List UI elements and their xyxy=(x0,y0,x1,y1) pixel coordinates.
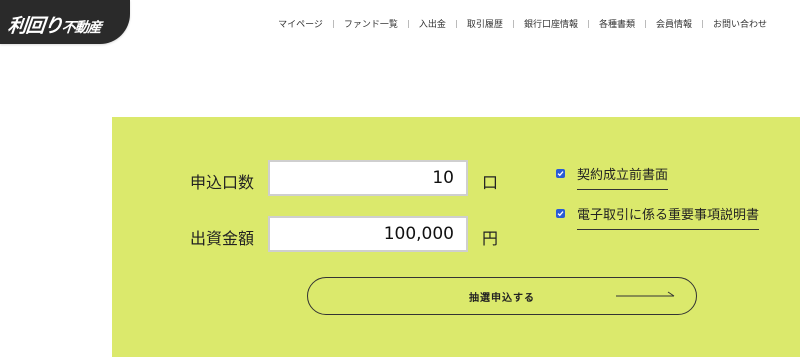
pre-contract-document-checkbox[interactable] xyxy=(556,169,565,178)
nav-item-deposit-withdrawal[interactable]: 入出金 xyxy=(419,17,446,30)
amount-label: 出資金額 xyxy=(190,229,255,248)
nav-divider xyxy=(587,19,589,28)
nav-item-contact[interactable]: お問い合わせ xyxy=(713,17,767,30)
nav-item-fund-list[interactable]: ファンド一覧 xyxy=(344,17,398,30)
pre-contract-document-link[interactable]: 契約成立前書面 xyxy=(577,164,669,190)
logo-main-text: 利回り xyxy=(6,15,64,37)
application-panel: 申込口数 口 出資金額 円 契約成立前書面 電子取引に係る重要事項説明書 抽選申… xyxy=(112,117,800,357)
electronic-transaction-explanation-link[interactable]: 電子取引に係る重要事項説明書 xyxy=(577,204,760,230)
electronic-transaction-explanation-checkbox[interactable] xyxy=(556,209,565,218)
global-nav: マイページ ファンド一覧 入出金 取引履歴 銀行口座情報 各種書類 会員情報 お… xyxy=(278,17,767,30)
units-input[interactable] xyxy=(268,160,468,196)
units-label: 申込口数 xyxy=(190,173,255,192)
logo-text: 利回り不動産 xyxy=(7,11,103,38)
nav-divider xyxy=(644,19,646,28)
nav-divider xyxy=(332,19,334,28)
arrow-right-icon xyxy=(616,291,675,297)
nav-divider xyxy=(512,19,514,28)
check-icon xyxy=(557,211,564,217)
units-suffix: 口 xyxy=(482,173,499,192)
site-logo[interactable]: 利回り不動産 xyxy=(0,0,130,44)
nav-divider xyxy=(407,19,409,28)
nav-divider xyxy=(701,19,703,28)
nav-divider xyxy=(455,19,457,28)
nav-item-transaction-history[interactable]: 取引履歴 xyxy=(467,17,503,30)
amount-input[interactable] xyxy=(268,216,468,252)
nav-item-documents[interactable]: 各種書類 xyxy=(599,17,635,30)
nav-item-member-info[interactable]: 会員情報 xyxy=(656,17,692,30)
amount-suffix: 円 xyxy=(482,229,499,248)
logo-sub-text: 不動産 xyxy=(60,20,102,36)
nav-item-bank-account[interactable]: 銀行口座情報 xyxy=(524,17,578,30)
check-icon xyxy=(557,171,564,177)
lottery-apply-button[interactable]: 抽選申込する xyxy=(307,277,697,315)
nav-item-mypage[interactable]: マイページ xyxy=(278,17,323,30)
